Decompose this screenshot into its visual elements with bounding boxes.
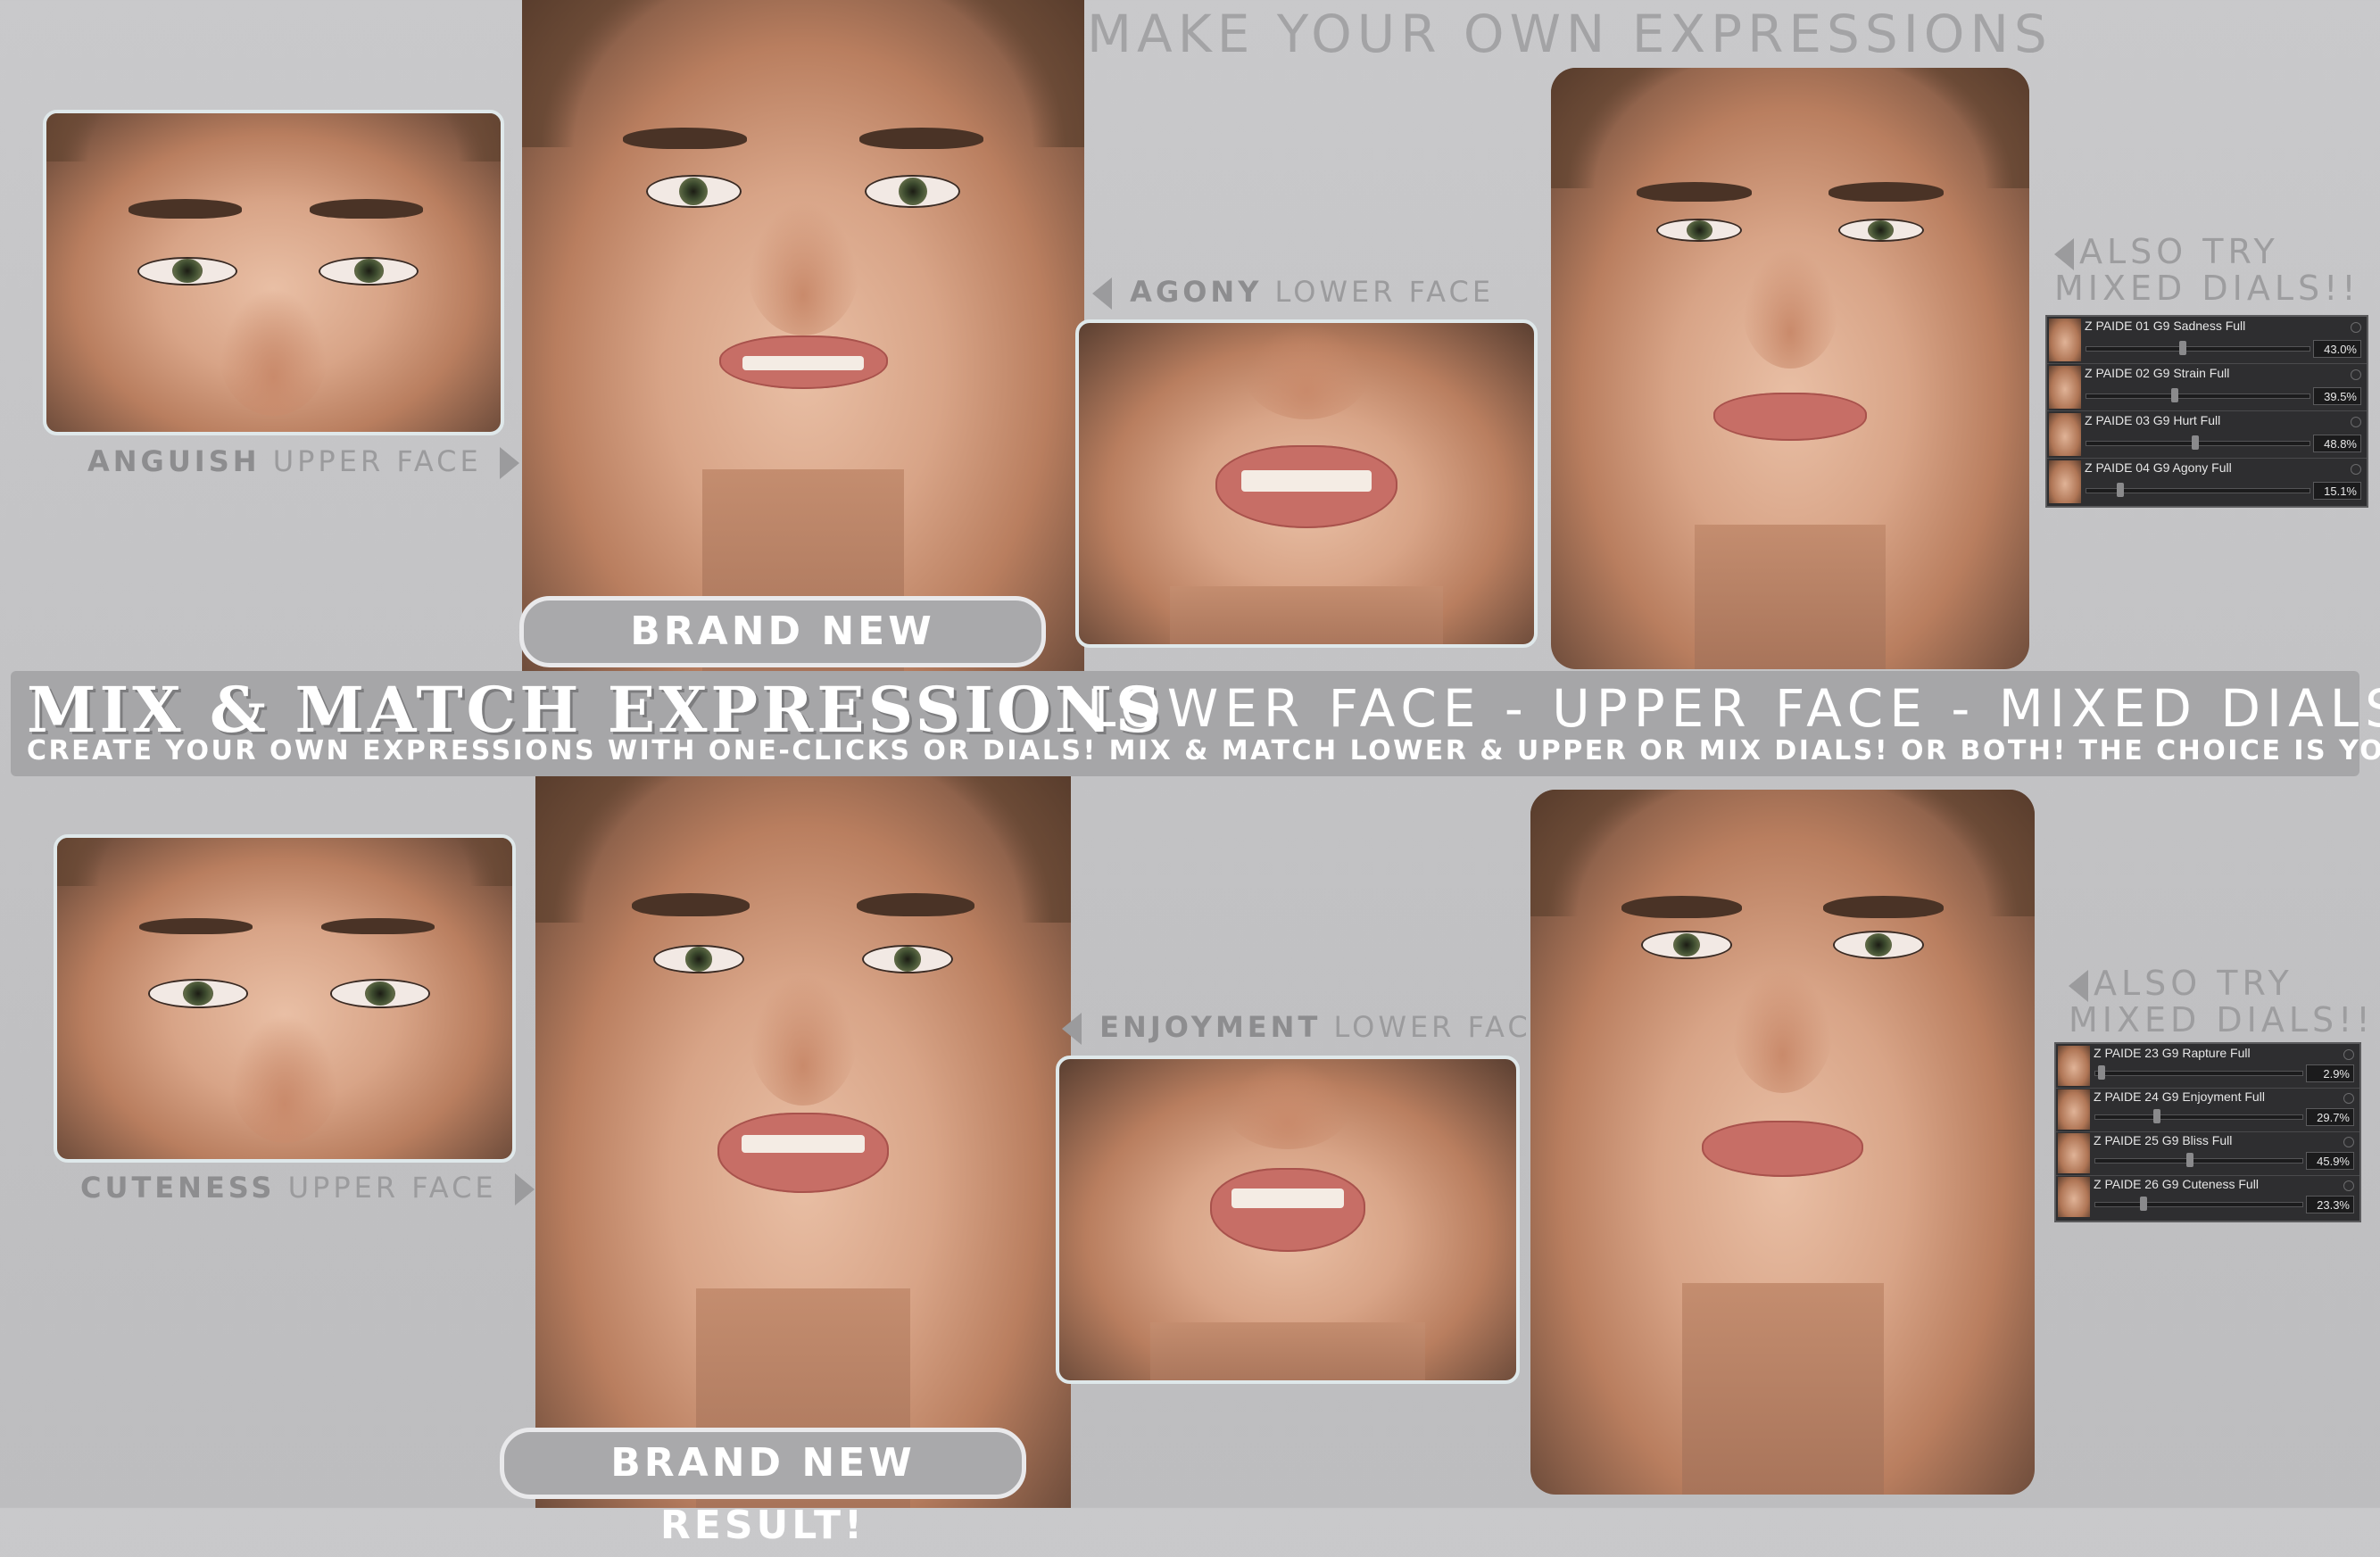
dial-value[interactable]: 23.3% (2306, 1196, 2354, 1213)
slider-handle[interactable] (2152, 1109, 2160, 1123)
brand-new-result-button-bottom: BRAND NEW RESULT! (500, 1428, 1026, 1548)
dial-options-icon[interactable] (2343, 1093, 2354, 1104)
dial-value[interactable]: 48.8% (2313, 435, 2361, 452)
lower-face-crop-agony (1075, 319, 1538, 648)
dial-slider[interactable] (2095, 1065, 2302, 1080)
dial-options-icon[interactable] (2351, 322, 2361, 333)
result-face-render-top (1551, 68, 2029, 669)
dial-options-icon[interactable] (2351, 417, 2361, 427)
dial-slider[interactable] (2086, 483, 2310, 497)
dial-panel-bottom: Z PAIDE 23 G9 Rapture Full 2.9% Z PAIDE … (2054, 1042, 2361, 1222)
dial-thumbnail (2049, 366, 2081, 409)
page-title: MAKE YOUR OWN EXPRESSIONS (1087, 4, 2052, 64)
upper-face-suffix: UPPER FACE (287, 1171, 497, 1205)
dial-slider[interactable] (2095, 1153, 2302, 1167)
dial-slider[interactable] (2086, 341, 2310, 355)
result-face-render-bottom (1530, 790, 2035, 1495)
also-try-mixed-dials-top: ALSO TRY MIXED DIALS!! (2054, 234, 2360, 306)
upper-face-expression-name: CUTENESS (80, 1171, 276, 1205)
banner-subtitle: LOWER FACE - UPPER FACE - MIXED DIALS (1087, 678, 2380, 739)
dial-label: Z PAIDE 02 G9 Strain Full (2085, 366, 2230, 380)
dial-label: Z PAIDE 03 G9 Hurt Full (2085, 413, 2221, 427)
dial-thumbnail (2058, 1133, 2090, 1173)
lower-face-label-agony: AGONY LOWER FACE (1092, 275, 1494, 310)
dial-value[interactable]: 15.1% (2313, 482, 2361, 500)
dial-row[interactable]: Z PAIDE 01 G9 Sadness Full 43.0% (2047, 317, 2367, 364)
upper-face-crop-anguish (43, 110, 504, 435)
dial-row[interactable]: Z PAIDE 23 G9 Rapture Full 2.9% (2056, 1044, 2359, 1089)
also-try-mixed-dials-bottom: ALSO TRY MIXED DIALS!! (2069, 965, 2375, 1038)
also-try-line1: ALSO TRY (2094, 964, 2293, 1003)
dial-options-icon[interactable] (2351, 464, 2361, 475)
dial-label: Z PAIDE 26 G9 Cuteness Full (2094, 1177, 2259, 1191)
dial-thumbnail (2058, 1177, 2090, 1217)
dial-value[interactable]: 43.0% (2313, 340, 2361, 358)
dial-row[interactable]: Z PAIDE 25 G9 Bliss Full 45.9% (2056, 1131, 2359, 1176)
also-try-line2: MIXED DIALS!! (2054, 268, 2360, 308)
dial-row[interactable]: Z PAIDE 02 G9 Strain Full 39.5% (2047, 364, 2367, 411)
dial-row[interactable]: Z PAIDE 03 G9 Hurt Full 48.8% (2047, 411, 2367, 459)
arrow-left-icon (1092, 277, 1112, 310)
dial-label: Z PAIDE 24 G9 Enjoyment Full (2094, 1089, 2265, 1104)
dial-value[interactable]: 45.9% (2306, 1152, 2354, 1170)
slider-handle[interactable] (2170, 388, 2178, 402)
dial-slider[interactable] (2086, 435, 2310, 450)
upper-face-label-anguish: ANGUISH UPPER FACE (87, 444, 519, 479)
upper-face-suffix: UPPER FACE (272, 444, 482, 478)
upper-face-crop-cuteness (54, 834, 516, 1163)
dial-row[interactable]: Z PAIDE 26 G9 Cuteness Full 23.3% (2056, 1175, 2359, 1219)
dial-thumbnail (2058, 1089, 2090, 1130)
dial-options-icon[interactable] (2343, 1137, 2354, 1147)
also-try-line2: MIXED DIALS!! (2069, 999, 2375, 1039)
dial-value[interactable]: 2.9% (2306, 1064, 2354, 1082)
dial-thumbnail (2049, 319, 2081, 361)
main-face-render-top (522, 0, 1084, 671)
dial-options-icon[interactable] (2343, 1049, 2354, 1060)
dial-options-icon[interactable] (2343, 1180, 2354, 1191)
lower-face-expression-name: AGONY (1130, 275, 1263, 309)
upper-face-label-cuteness: CUTENESS UPPER FACE (80, 1171, 535, 1205)
brand-new-result-button-top: BRAND NEW RESULT! (519, 596, 1046, 716)
mix-match-banner: MIX & MATCH EXPRESSIONS LOWER FACE - UPP… (11, 671, 2380, 776)
slider-handle[interactable] (2186, 1153, 2194, 1167)
dial-value[interactable]: 39.5% (2313, 387, 2361, 405)
slider-handle[interactable] (2192, 435, 2199, 450)
slider-handle[interactable] (2116, 483, 2124, 497)
dial-value[interactable]: 29.7% (2306, 1108, 2354, 1126)
dial-label: Z PAIDE 23 G9 Rapture Full (2094, 1046, 2251, 1060)
arrow-left-icon (2054, 237, 2074, 270)
also-try-line1: ALSO TRY (2079, 232, 2279, 271)
banner-description: CREATE YOUR OWN EXPRESSIONS WITH ONE-CLI… (27, 735, 2380, 766)
slider-handle[interactable] (2178, 341, 2186, 355)
dial-row[interactable]: Z PAIDE 04 G9 Agony Full 15.1% (2047, 459, 2367, 505)
dial-thumbnail (2049, 460, 2081, 503)
upper-face-expression-name: ANGUISH (87, 444, 261, 478)
dial-panel-top: Z PAIDE 01 G9 Sadness Full 43.0% Z PAIDE… (2045, 315, 2368, 508)
slider-handle[interactable] (2140, 1197, 2148, 1211)
dial-label: Z PAIDE 25 G9 Bliss Full (2094, 1133, 2233, 1147)
arrow-left-icon (2069, 969, 2088, 1002)
main-face-render-bottom (535, 776, 1071, 1508)
dial-options-icon[interactable] (2351, 369, 2361, 380)
lower-face-suffix: LOWER FACE (1333, 1010, 1553, 1044)
arrow-right-icon (499, 447, 519, 479)
dial-row[interactable]: Z PAIDE 24 G9 Enjoyment Full 29.7% (2056, 1088, 2359, 1132)
dial-slider[interactable] (2086, 388, 2310, 402)
dial-label: Z PAIDE 01 G9 Sadness Full (2085, 319, 2246, 333)
lower-face-suffix: LOWER FACE (1274, 275, 1495, 309)
dial-slider[interactable] (2095, 1109, 2302, 1123)
lower-face-crop-enjoyment (1056, 1056, 1520, 1384)
arrow-right-icon (514, 1173, 535, 1205)
slider-handle[interactable] (2097, 1065, 2105, 1080)
dial-label: Z PAIDE 04 G9 Agony Full (2085, 460, 2232, 475)
dial-thumbnail (2058, 1046, 2090, 1086)
arrow-left-icon (1062, 1013, 1082, 1045)
lower-face-expression-name: ENJOYMENT (1099, 1010, 1322, 1044)
dial-slider[interactable] (2095, 1197, 2302, 1211)
dial-thumbnail (2049, 413, 2081, 456)
lower-face-label-enjoyment: ENJOYMENT LOWER FACE (1062, 1010, 1553, 1045)
